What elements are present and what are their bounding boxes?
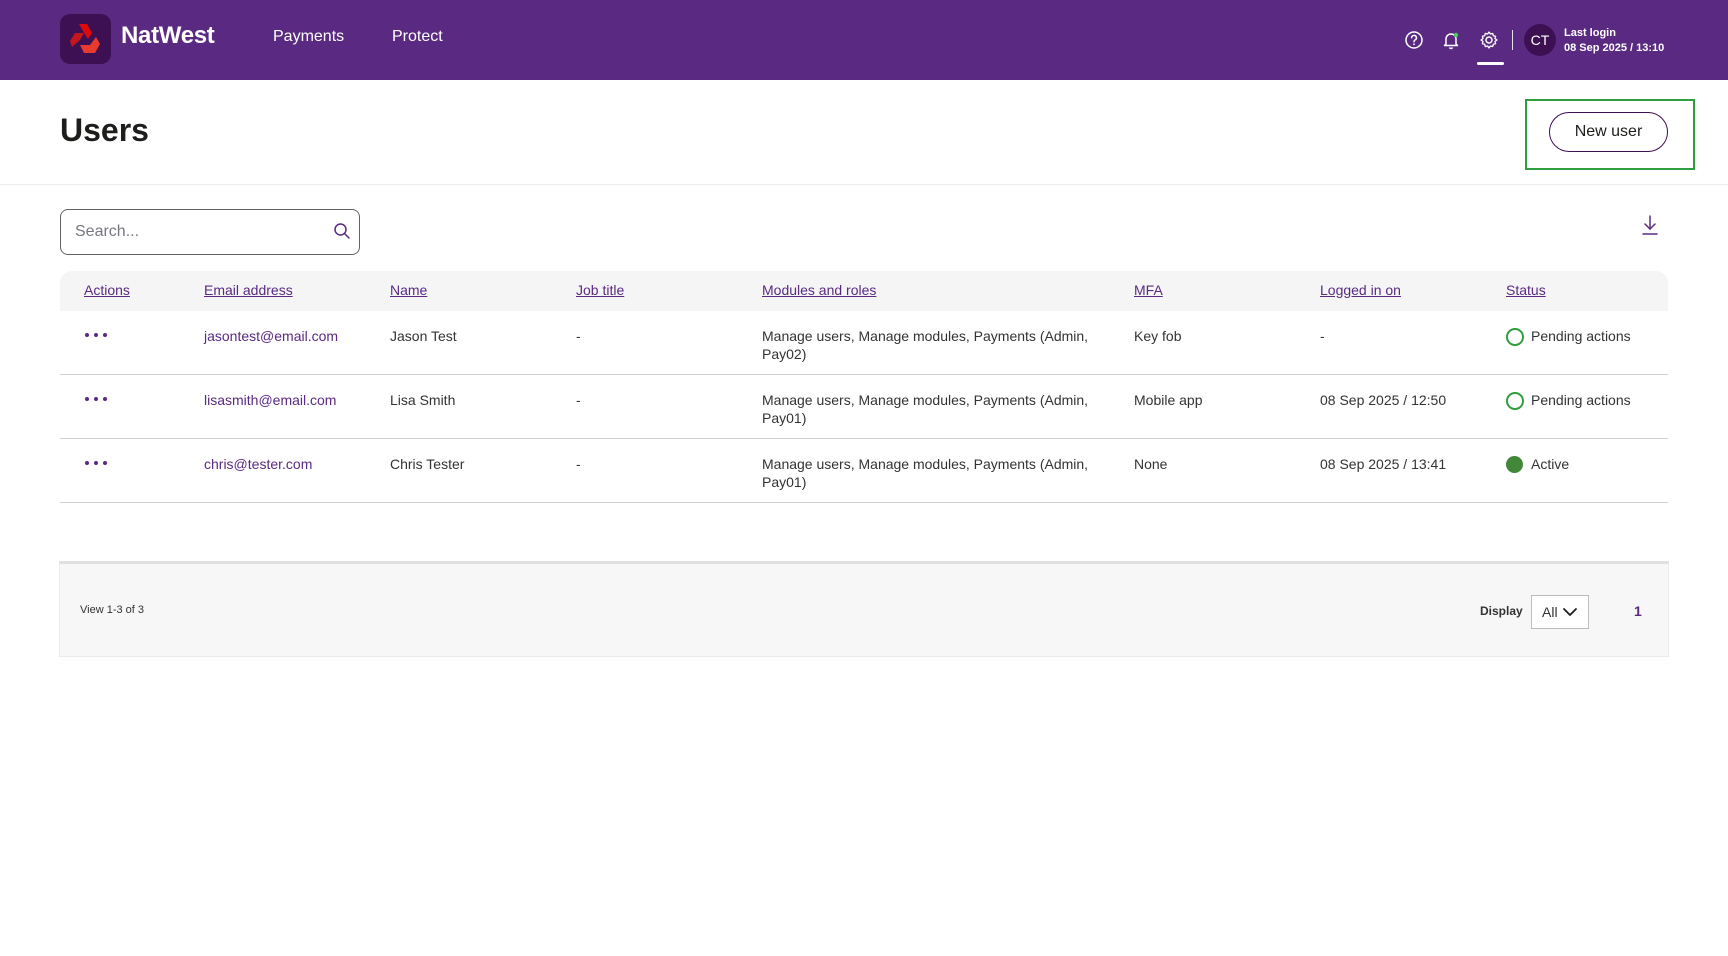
new-user-button[interactable]: New user <box>1549 112 1668 152</box>
row-status: Active <box>1531 456 1570 472</box>
active-tab-indicator <box>1477 62 1504 65</box>
table-row: jasontest@email.com Jason Test - Manage … <box>60 311 1668 375</box>
search-input[interactable] <box>75 222 315 242</box>
row-mfa: Mobile app <box>1134 392 1203 408</box>
table-row: chris@tester.com Chris Tester - Manage u… <box>60 439 1668 503</box>
row-job-title: - <box>576 328 581 344</box>
column-header-modules[interactable]: Modules and roles <box>762 282 876 298</box>
download-icon[interactable] <box>1640 214 1660 241</box>
row-actions-menu-icon[interactable] <box>84 389 108 409</box>
row-name: Lisa Smith <box>390 392 456 408</box>
column-header-name[interactable]: Name <box>390 282 427 298</box>
last-login-info: Last login 08 Sep 2025 / 13:10 <box>1564 26 1664 56</box>
row-mfa: None <box>1134 456 1168 472</box>
row-email[interactable]: jasontest@email.com <box>204 327 338 345</box>
bell-icon[interactable] <box>1439 28 1463 52</box>
column-header-email[interactable]: Email address <box>204 282 293 298</box>
column-header-status[interactable]: Status <box>1506 282 1546 298</box>
help-icon[interactable] <box>1402 28 1426 52</box>
display-select[interactable]: All <box>1531 595 1589 629</box>
row-job-title: - <box>576 392 581 408</box>
brand-name: NatWest <box>121 22 215 49</box>
row-modules: Manage users, Manage modules, Payments (… <box>762 456 1089 490</box>
display-select-value: All <box>1542 604 1558 620</box>
title-divider <box>0 184 1728 185</box>
last-login-label: Last login <box>1564 27 1616 39</box>
row-email[interactable]: lisasmith@email.com <box>204 391 336 409</box>
row-logged-in-on: 08 Sep 2025 / 13:41 <box>1320 456 1447 472</box>
row-modules: Manage users, Manage modules, Payments (… <box>762 328 1089 362</box>
search-box <box>60 209 360 255</box>
natwest-cube-icon <box>70 24 100 53</box>
column-header-mfa[interactable]: MFA <box>1134 282 1163 298</box>
row-name: Jason Test <box>390 328 457 344</box>
natwest-logo[interactable] <box>60 14 111 64</box>
header-divider <box>1512 30 1513 50</box>
last-login-value: 08 Sep 2025 / 13:10 <box>1564 42 1665 54</box>
row-actions-menu-icon[interactable] <box>84 453 108 473</box>
row-actions-menu-icon[interactable] <box>84 325 108 345</box>
table-row: lisasmith@email.com Lisa Smith - Manage … <box>60 375 1668 439</box>
top-navigation-bar: NatWest Payments Protect CT Last login 0… <box>0 0 1728 80</box>
row-logged-in-on: - <box>1320 328 1325 344</box>
row-modules: Manage users, Manage modules, Payments (… <box>762 392 1089 426</box>
pagination-footer: View 1-3 of 3 Display All 1 <box>59 561 1669 657</box>
result-count: View 1-3 of 3 <box>80 604 145 616</box>
column-header-job-title[interactable]: Job title <box>576 282 624 298</box>
column-header-logged-in[interactable]: Logged in on <box>1320 282 1401 298</box>
page-number-link[interactable]: 1 <box>1634 603 1642 619</box>
column-header-actions[interactable]: Actions <box>84 282 130 298</box>
gear-icon[interactable] <box>1477 28 1501 52</box>
nav-protect[interactable]: Protect <box>392 28 443 46</box>
row-status: Pending actions <box>1531 328 1631 344</box>
row-name: Chris Tester <box>390 456 465 472</box>
row-email[interactable]: chris@tester.com <box>204 455 312 473</box>
chevron-down-icon <box>1562 608 1577 616</box>
row-job-title: - <box>576 456 581 472</box>
table-header: Actions Email address Name Job title Mod… <box>60 271 1668 311</box>
display-label: Display <box>1480 604 1523 618</box>
row-logged-in-on: 08 Sep 2025 / 12:50 <box>1320 392 1447 408</box>
pending-status-icon <box>1506 328 1524 346</box>
nav-payments[interactable]: Payments <box>273 28 344 46</box>
row-mfa: Key fob <box>1134 328 1182 344</box>
user-avatar[interactable]: CT <box>1524 24 1556 56</box>
active-status-icon <box>1506 456 1523 473</box>
search-icon[interactable] <box>333 222 351 240</box>
pending-status-icon <box>1506 392 1524 410</box>
row-status: Pending actions <box>1531 392 1631 408</box>
page-title: Users <box>60 112 149 148</box>
